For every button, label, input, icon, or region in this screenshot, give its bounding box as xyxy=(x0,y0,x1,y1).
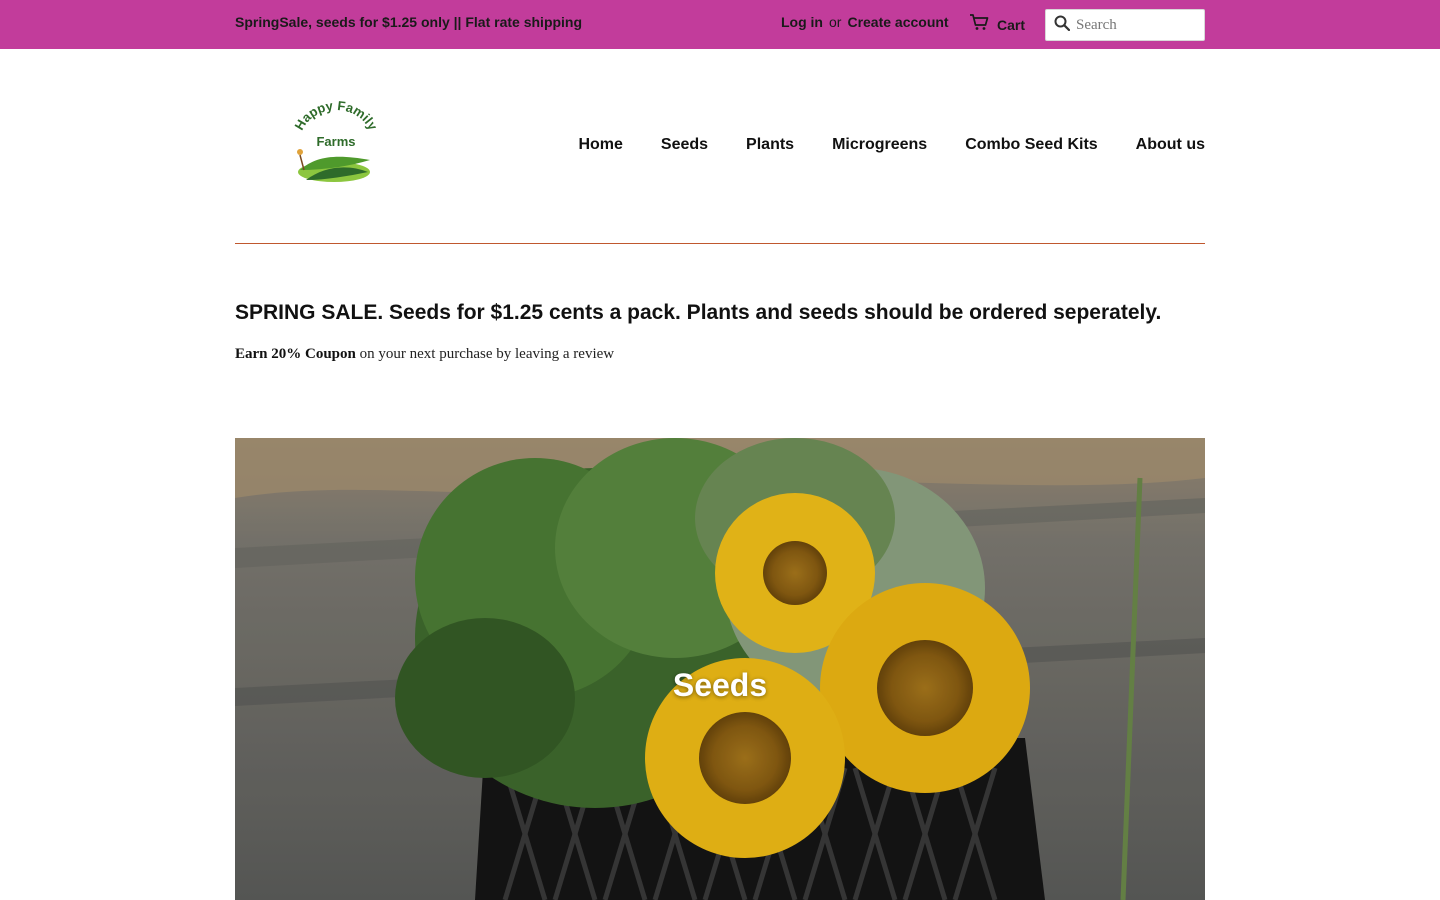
or-text: or xyxy=(829,14,842,30)
hero-title[interactable]: Seeds xyxy=(235,667,1205,704)
cart-label: Cart xyxy=(997,16,1026,33)
search-input[interactable] xyxy=(1076,16,1196,34)
nav-plants[interactable]: Plants xyxy=(746,136,794,154)
nav-about-us[interactable]: About us xyxy=(1136,136,1205,154)
coupon-text: Earn 20% Coupon on your next purchase by… xyxy=(235,346,614,363)
nav-seeds[interactable]: Seeds xyxy=(661,136,708,154)
logo-text-line1: Happy Family xyxy=(291,100,381,133)
seeds-collection-banner[interactable]: Seeds xyxy=(235,438,1205,900)
search-icon[interactable] xyxy=(1054,15,1071,36)
main-nav: Home Seeds Plants Microgreens Combo Seed… xyxy=(578,136,1205,154)
sale-headline: SPRING SALE. Seeds for $1.25 cents a pac… xyxy=(235,301,1162,324)
header-divider xyxy=(235,243,1205,244)
logo-text-line2: Farms xyxy=(316,134,355,149)
site-logo[interactable]: Happy Family Farms xyxy=(286,98,386,190)
announcement-bar: SpringSale, seeds for $1.25 only || Flat… xyxy=(0,0,1440,49)
create-account-link[interactable]: Create account xyxy=(847,14,948,30)
coupon-bold: Earn 20% Coupon xyxy=(235,346,356,362)
nav-combo-seed-kits[interactable]: Combo Seed Kits xyxy=(965,136,1097,154)
cart-icon xyxy=(969,13,989,36)
nav-home[interactable]: Home xyxy=(578,136,622,154)
coupon-rest: on your next purchase by leaving a revie… xyxy=(355,346,615,362)
cart-link[interactable]: Cart xyxy=(969,13,1025,36)
search-box[interactable] xyxy=(1045,9,1205,41)
announcement-text: SpringSale, seeds for $1.25 only || Flat… xyxy=(235,14,583,30)
nav-microgreens[interactable]: Microgreens xyxy=(832,136,927,154)
login-link[interactable]: Log in xyxy=(781,14,823,30)
account-links: Log in or Create account xyxy=(781,14,949,30)
